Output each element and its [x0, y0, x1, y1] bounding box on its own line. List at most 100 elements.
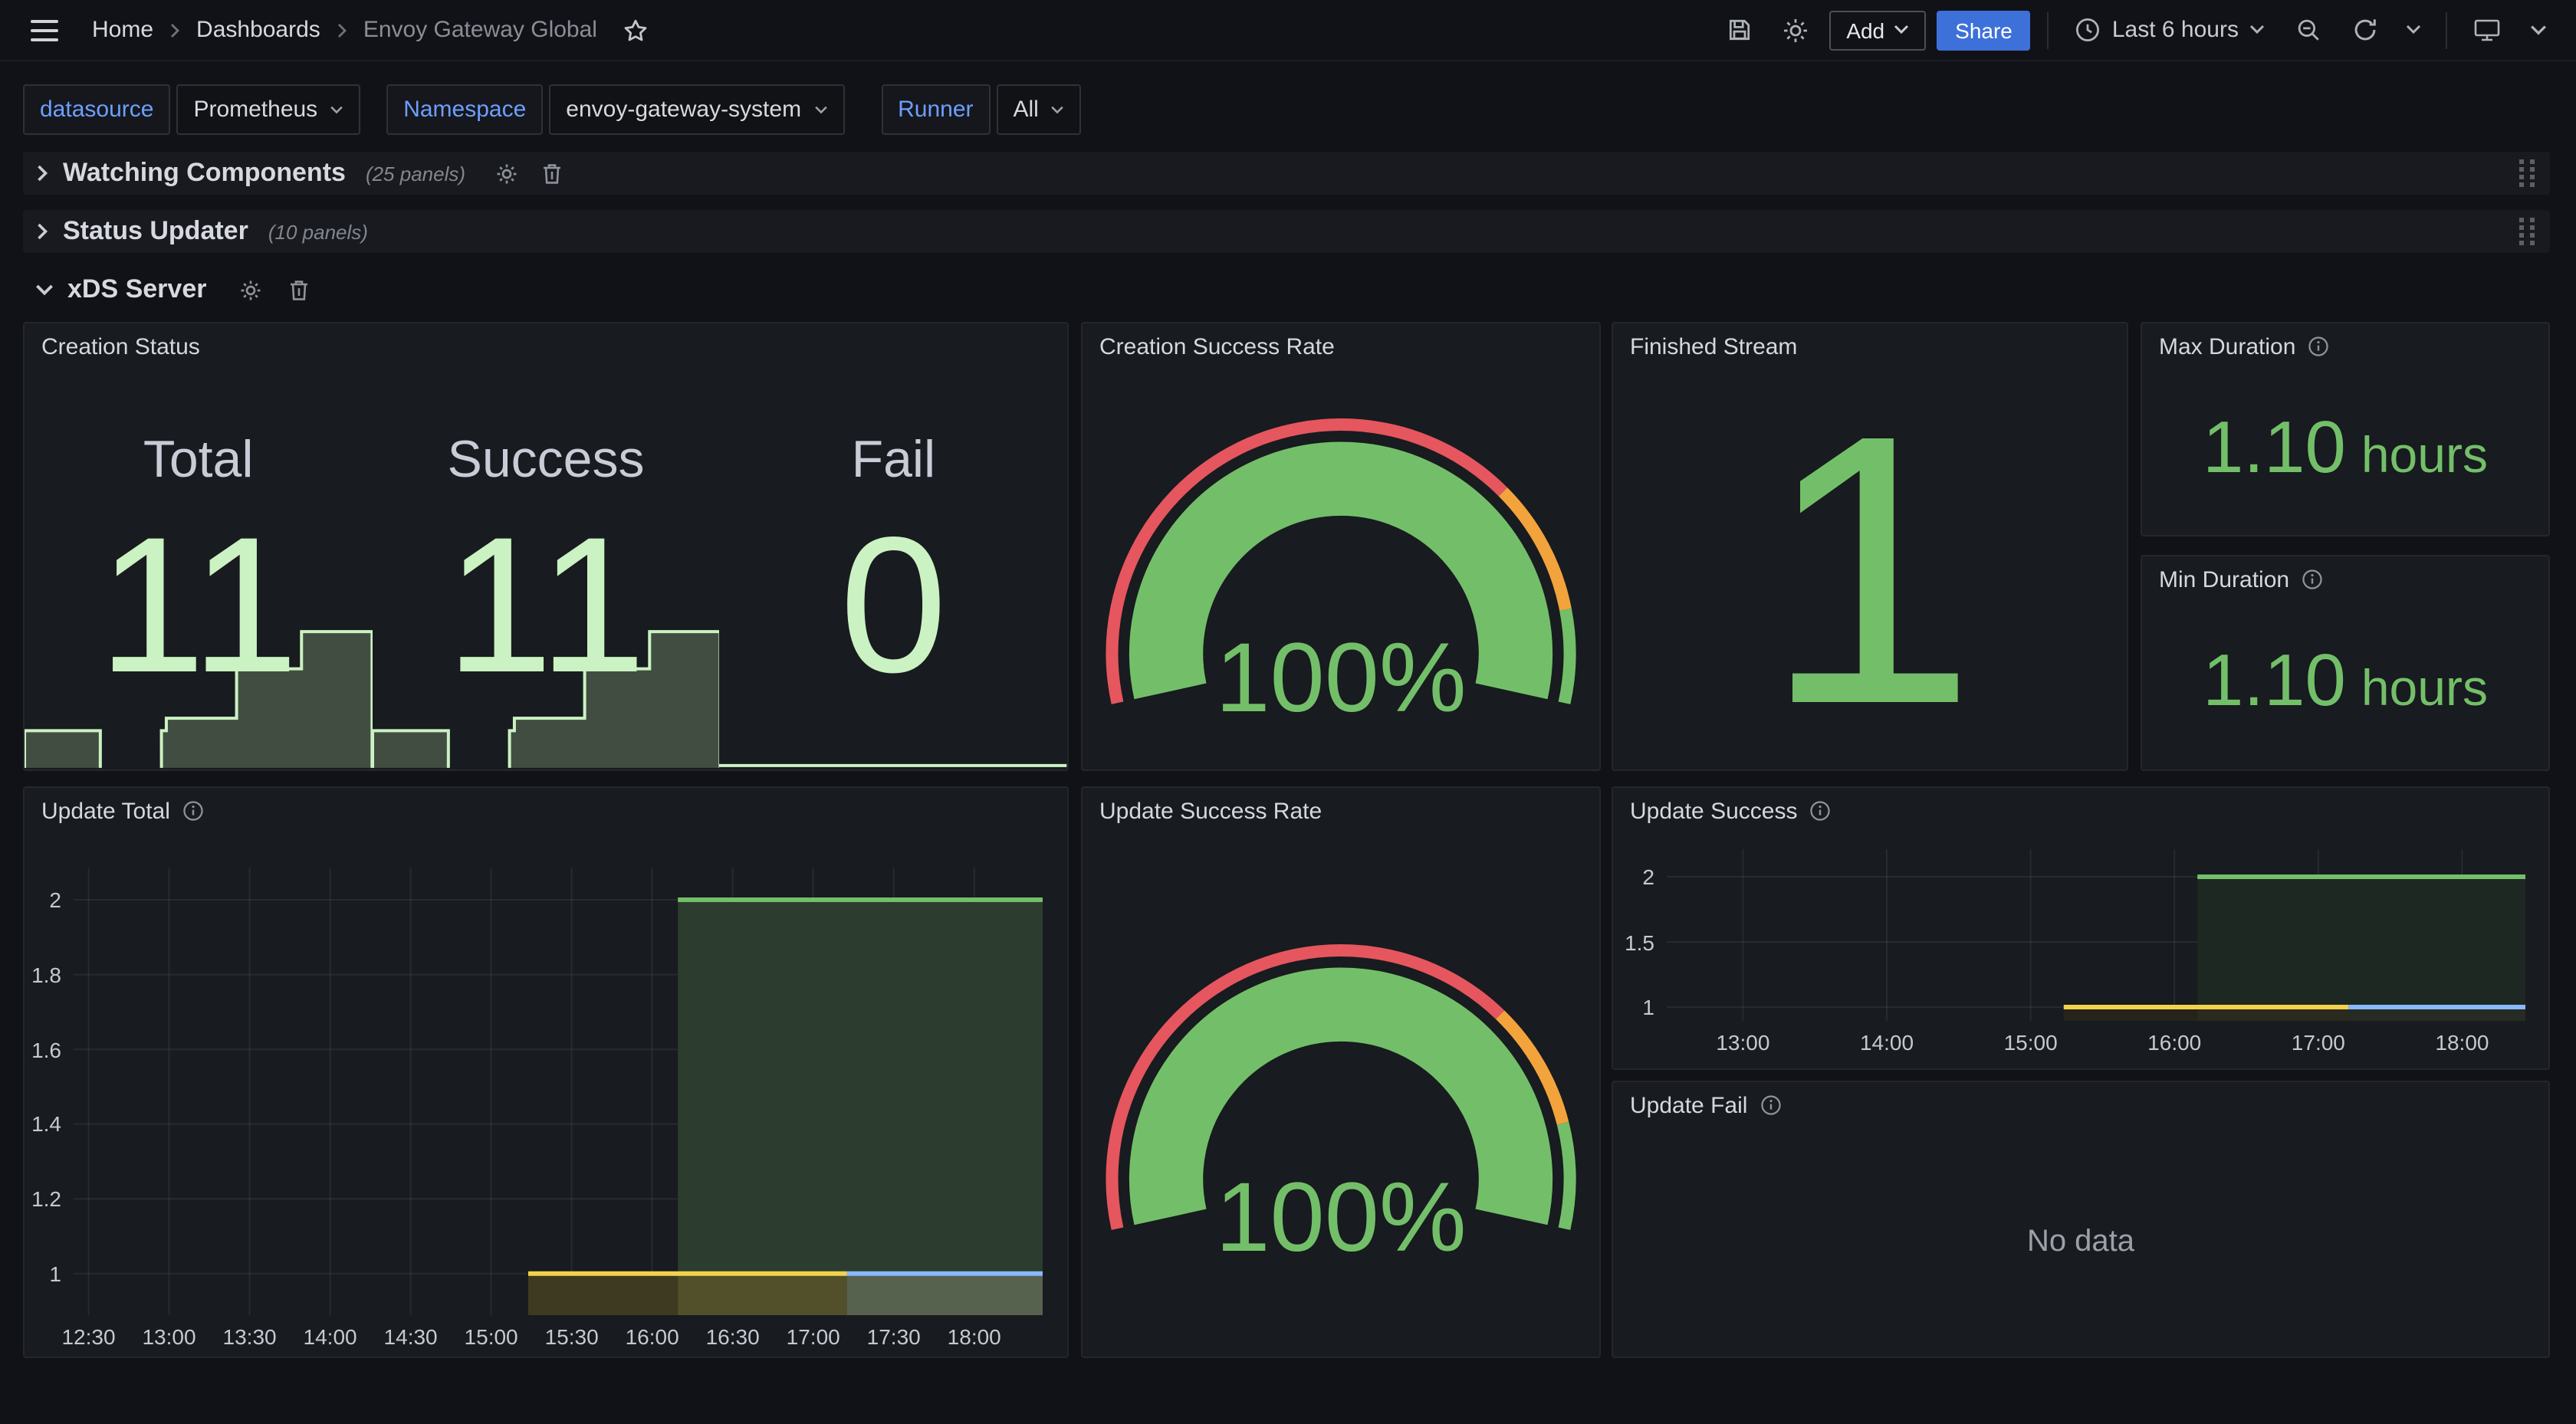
y-axis-label: 2 — [1612, 865, 1654, 889]
star-icon[interactable] — [613, 8, 659, 51]
panel-title[interactable]: Max Duration — [2159, 333, 2295, 359]
time-series-chart[interactable]: 11.21.41.61.8212:3013:0013:3014:0014:301… — [25, 788, 1067, 1357]
divider — [2446, 11, 2447, 48]
row-drag-handle[interactable] — [2518, 216, 2538, 247]
row-drag-handle[interactable] — [2518, 158, 2538, 189]
variable-value-namespace[interactable]: envoy-gateway-system — [549, 84, 844, 135]
breadcrumb-dashboards[interactable]: Dashboards — [196, 17, 320, 43]
chevron-right-icon — [336, 22, 348, 38]
x-axis-label: 15:00 — [465, 1324, 518, 1349]
refresh-icon[interactable] — [2341, 8, 2387, 51]
stat-fail: Fail 0 — [720, 323, 1067, 769]
variable-label-runner: Runner — [881, 84, 990, 135]
y-axis-label: 1.8 — [23, 963, 61, 987]
variable-label-datasource: datasource — [23, 84, 170, 135]
stat-value: 1.10 — [2203, 412, 2346, 486]
x-axis-label: 14:30 — [384, 1324, 438, 1349]
row-settings-gear-icon[interactable] — [495, 162, 518, 185]
panel-title[interactable]: Update Fail — [1630, 1092, 1747, 1118]
gauge-value: 100% — [1095, 1160, 1587, 1273]
x-axis-label: 18:00 — [948, 1324, 1001, 1349]
row-xds-server[interactable]: xDS Server — [23, 268, 2550, 311]
gauge-value: 100% — [1095, 622, 1587, 735]
chevron-down-icon — [2249, 25, 2265, 35]
x-axis-label: 15:30 — [545, 1324, 599, 1349]
stat-total: Total 11 — [25, 323, 372, 769]
stat-value: 0 — [840, 509, 947, 702]
x-axis-label: 14:00 — [304, 1324, 357, 1349]
zoom-out-icon[interactable] — [2285, 8, 2331, 51]
info-icon[interactable] — [2302, 569, 2323, 590]
row-watching-components[interactable]: Watching Components (25 panels) — [23, 152, 2550, 195]
row-title: xDS Server — [67, 274, 206, 305]
settings-gear-icon[interactable] — [1773, 8, 1819, 51]
gauge: 100% — [1095, 834, 1587, 1347]
info-icon[interactable] — [1760, 1094, 1781, 1116]
stat-value: 11 — [98, 509, 299, 702]
panel-min-duration: Min Duration 1.10 hours — [2141, 555, 2550, 771]
time-series-chart[interactable]: 11.5213:0014:0015:0016:0017:0018:00 — [1613, 788, 2548, 1068]
y-axis-label: 1.5 — [1612, 930, 1654, 954]
refresh-interval-chevron-icon[interactable] — [2398, 8, 2429, 51]
variables-bar: datasource Prometheus Namespace envoy-ga… — [23, 84, 1082, 135]
stat-unit: hours — [2361, 429, 2488, 480]
panel-title[interactable]: Min Duration — [2159, 566, 2289, 592]
x-axis-label: 13:00 — [142, 1324, 196, 1349]
row-delete-trash-icon[interactable] — [540, 162, 562, 185]
breadcrumb-home[interactable]: Home — [92, 17, 153, 43]
add-button[interactable]: Add — [1829, 10, 1926, 50]
chevron-down-icon — [330, 105, 343, 114]
divider — [2048, 11, 2049, 48]
stat-label: Fail — [852, 431, 936, 491]
save-icon[interactable] — [1716, 8, 1762, 51]
y-axis-label: 1.4 — [23, 1112, 61, 1137]
clock-icon — [2075, 17, 2101, 43]
panel-max-duration: Max Duration 1.10 hours — [2141, 322, 2550, 536]
x-axis-label: 16:30 — [706, 1324, 760, 1349]
stat-unit: hours — [2361, 662, 2488, 713]
row-delete-trash-icon[interactable] — [288, 278, 309, 301]
x-axis-label: 17:00 — [787, 1324, 840, 1349]
panel-finished-stream: Finished Stream 1 — [1612, 322, 2128, 771]
variable-label-namespace: Namespace — [386, 84, 543, 135]
y-axis-label: 1 — [1612, 995, 1654, 1019]
panel-creation-success-rate: Creation Success Rate 100% — [1081, 322, 1601, 771]
stat-value: 11 — [445, 509, 646, 702]
panel-update-success-rate: Update Success Rate 100% — [1081, 786, 1601, 1358]
x-axis-label: 16:00 — [626, 1324, 679, 1349]
variable-value-runner[interactable]: All — [997, 84, 1082, 135]
row-title: Watching Components — [63, 158, 346, 189]
row-title: Status Updater — [63, 216, 248, 247]
time-range-label: Last 6 hours — [2112, 17, 2239, 43]
y-axis-label: 1.6 — [23, 1037, 61, 1061]
time-range-picker[interactable]: Last 6 hours — [2066, 8, 2274, 51]
chevron-down-icon — [1894, 25, 1909, 35]
panel-title[interactable]: Update Success Rate — [1099, 798, 1322, 824]
top-nav: Home Dashboards Envoy Gateway Global Add — [0, 0, 2576, 61]
y-axis-label: 1 — [23, 1262, 61, 1286]
x-axis-label: 17:30 — [867, 1324, 921, 1349]
share-button[interactable]: Share — [1937, 10, 2031, 50]
stat-value: 1.10 — [2203, 645, 2346, 719]
nav-more-chevron-icon[interactable] — [2521, 8, 2555, 51]
row-panel-count: (25 panels) — [366, 162, 465, 185]
x-axis-label: 18:00 — [2435, 1030, 2489, 1055]
row-settings-gear-icon[interactable] — [238, 278, 261, 301]
panel-title[interactable]: Creation Success Rate — [1099, 333, 1335, 359]
chevron-right-icon — [169, 22, 181, 38]
x-axis-label: 17:00 — [2292, 1030, 2345, 1055]
no-data-message: No data — [1613, 1225, 2548, 1260]
gauge: 100% — [1095, 369, 1587, 760]
x-axis-label: 16:00 — [2147, 1030, 2201, 1055]
stat-success: Success 11 — [372, 323, 719, 769]
chevron-right-icon — [35, 164, 49, 182]
row-status-updater[interactable]: Status Updater (10 panels) — [23, 210, 2550, 253]
breadcrumb-current: Envoy Gateway Global — [363, 17, 597, 43]
row-panel-count: (10 panels) — [268, 220, 368, 243]
x-axis-label: 12:30 — [61, 1324, 115, 1349]
info-icon[interactable] — [2308, 336, 2329, 357]
hamburger-menu-icon[interactable] — [21, 8, 67, 51]
panel-update-total: Update Total 11.21.41.61.8212:3013:0013:… — [23, 786, 1069, 1358]
variable-value-datasource[interactable]: Prometheus — [176, 84, 360, 135]
kiosk-monitor-icon[interactable] — [2464, 8, 2510, 51]
